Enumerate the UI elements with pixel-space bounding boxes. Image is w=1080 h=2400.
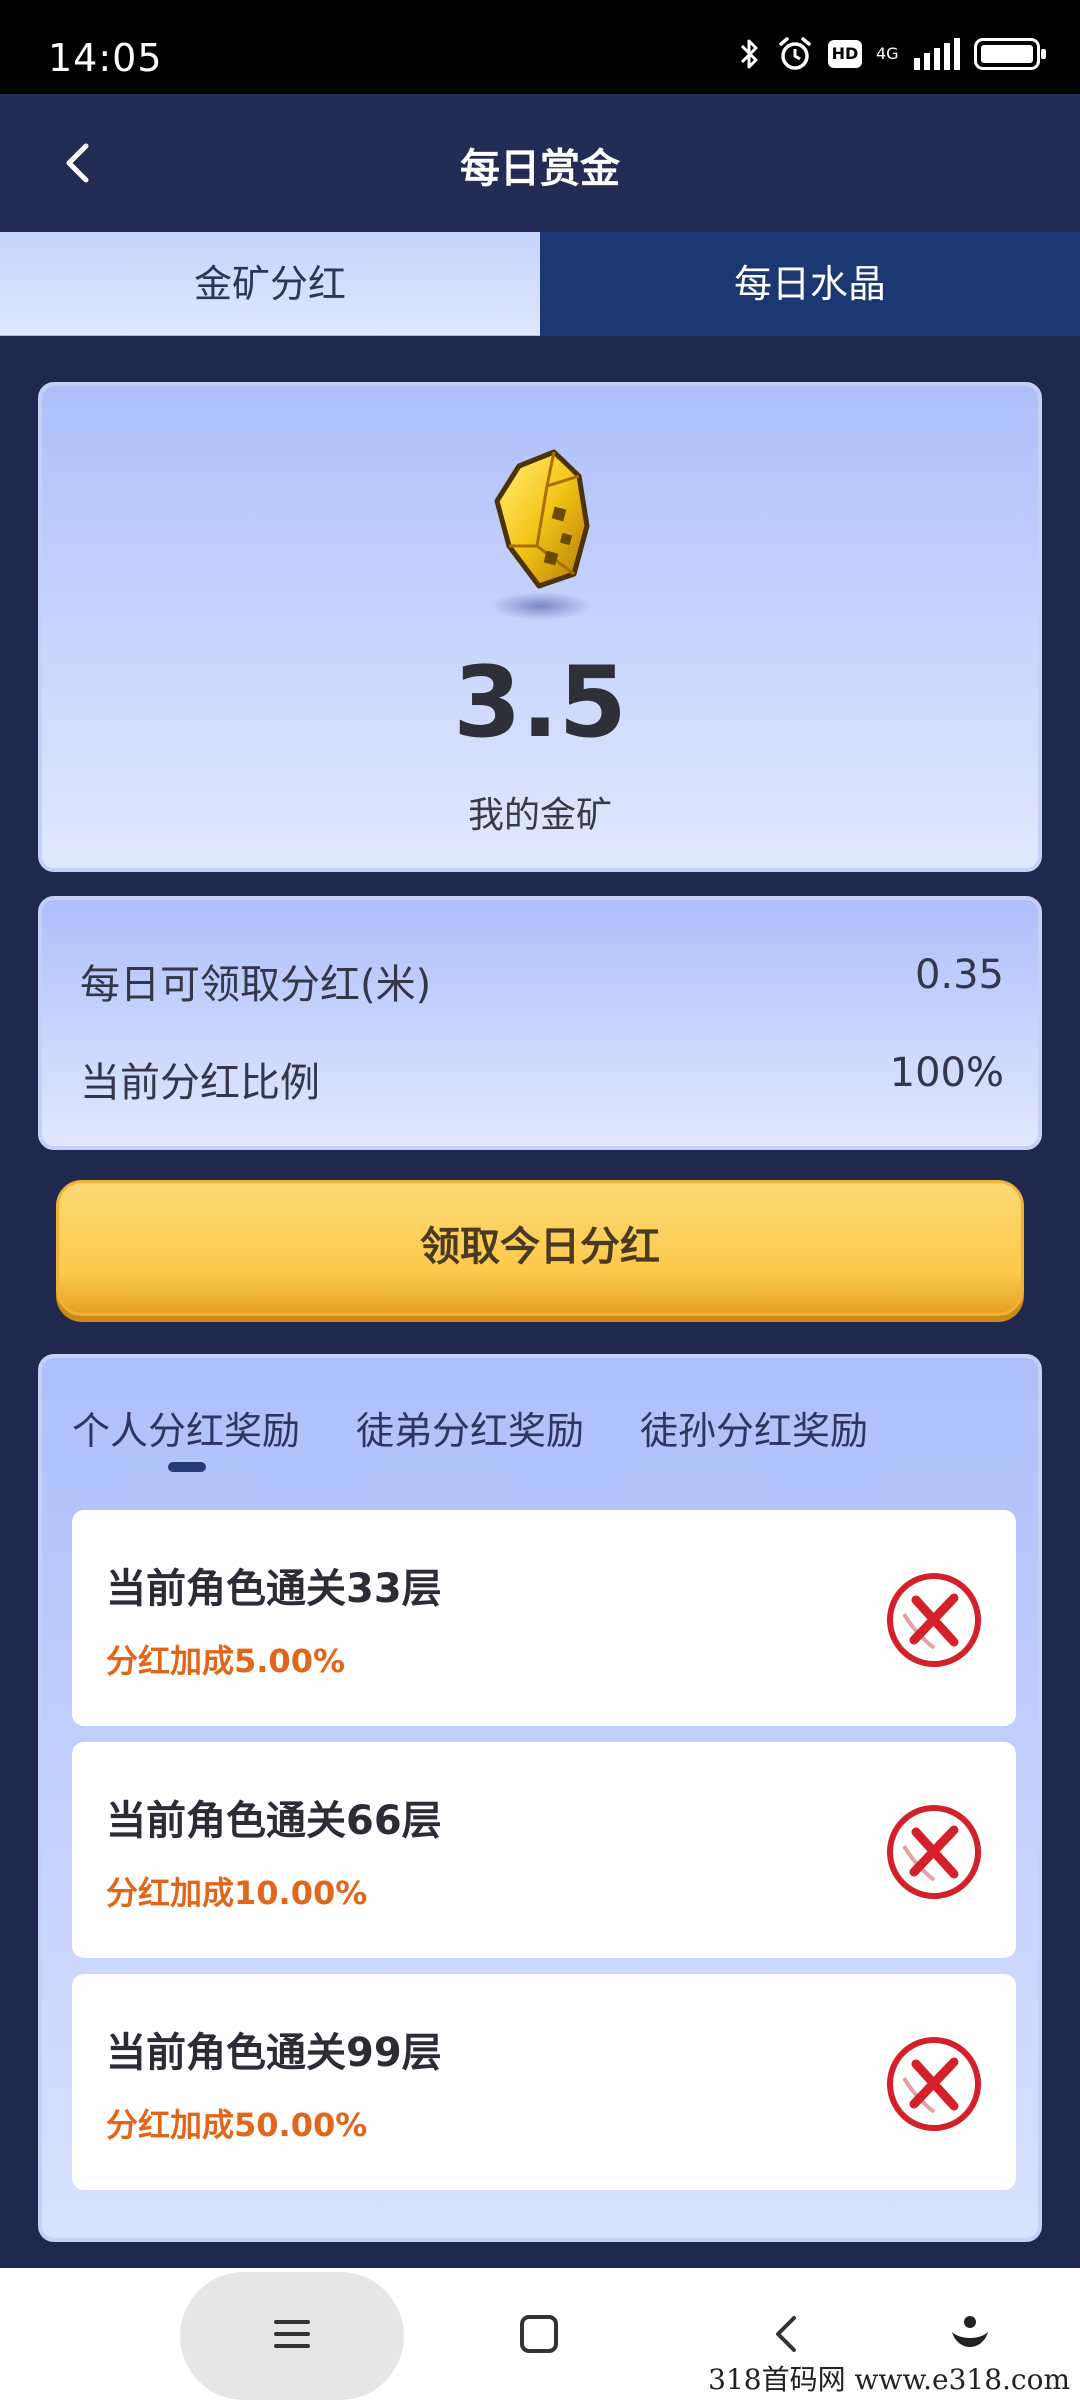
daily-dividend-row: 每日可领取分红(米) 0.35	[80, 952, 1004, 1010]
status-bar: 14:05 HD 4G	[0, 0, 1080, 94]
dividend-ratio-row: 当前分红比例 100%	[80, 1050, 1004, 1108]
reward-item: 当前角色通关33层 分红加成5.00%	[72, 1510, 1016, 1726]
back-nav-icon[interactable]	[758, 2304, 818, 2364]
gold-mine-card: 3.5 我的金矿	[38, 382, 1042, 872]
daily-dividend-value: 0.35	[914, 952, 1004, 998]
gold-mine-label: 我的金矿	[467, 795, 612, 836]
menu-icon[interactable]	[262, 2304, 322, 2364]
reward-title: 当前角色通关99层	[106, 2030, 442, 2076]
active-tab-indicator	[168, 1462, 206, 1472]
reward-bonus: 分红加成5.00%	[106, 1642, 346, 1680]
not-completed-x-icon	[887, 2037, 981, 2131]
daily-dividend-label: 每日可领取分红(米)	[80, 962, 432, 1008]
app-header: 每日赏金	[0, 94, 1080, 232]
reward-title: 当前角色通关66层	[106, 1798, 442, 1844]
tab-grand-apprentice-reward[interactable]: 徒孙分红奖励	[640, 1400, 868, 1455]
reward-tabs: 个人分红奖励 徒弟分红奖励 徒孙分红奖励	[72, 1400, 868, 1455]
rewards-panel: 个人分红奖励 徒弟分红奖励 徒孙分红奖励 当前角色通关33层 分红加成5.00%…	[38, 1354, 1042, 2242]
reward-bonus: 分红加成10.00%	[106, 1874, 368, 1912]
tab-daily-crystal[interactable]: 每日水晶	[540, 232, 1080, 336]
tab-personal-reward[interactable]: 个人分红奖励	[72, 1400, 300, 1455]
assistant-icon[interactable]	[940, 2304, 1000, 2364]
page-title: 每日赏金	[460, 146, 620, 192]
status-time: 14:05	[48, 36, 163, 80]
status-icons: HD 4G	[738, 34, 1046, 74]
tab-gold-mine-dividend[interactable]: 金矿分红	[0, 232, 540, 336]
alarm-icon	[779, 37, 811, 70]
home-square-icon[interactable]	[509, 2304, 569, 2364]
not-completed-x-icon	[887, 1805, 981, 1899]
dividend-ratio-value: 100%	[889, 1050, 1004, 1096]
network-type-label: 4G	[876, 44, 899, 63]
claim-dividend-button[interactable]: 领取今日分红	[56, 1180, 1024, 1316]
dividend-ratio-label: 当前分红比例	[80, 1060, 320, 1106]
reward-item: 当前角色通关99层 分红加成50.00%	[72, 1974, 1016, 2190]
signal-icon	[914, 38, 960, 70]
reward-item: 当前角色通关66层 分红加成10.00%	[72, 1742, 1016, 1958]
system-nav-bar: 318首码网 www.e318.com	[0, 2268, 1080, 2400]
reward-bonus: 分红加成50.00%	[106, 2106, 368, 2144]
bluetooth-icon	[740, 39, 758, 69]
top-tabs: 金矿分红 每日水晶	[0, 232, 1080, 336]
hd-badge: HD	[828, 40, 862, 68]
gold-mine-value: 3.5	[453, 646, 627, 760]
not-completed-x-icon	[887, 1573, 981, 1667]
battery-icon	[974, 38, 1046, 70]
watermark: 318首码网 www.e318.com	[708, 2358, 1070, 2398]
reward-title: 当前角色通关33层	[106, 1566, 442, 1612]
tab-apprentice-reward[interactable]: 徒弟分红奖励	[356, 1400, 584, 1455]
gold-nugget-icon	[491, 449, 591, 620]
dividend-info-card: 每日可领取分红(米) 0.35 当前分红比例 100%	[38, 896, 1042, 1150]
